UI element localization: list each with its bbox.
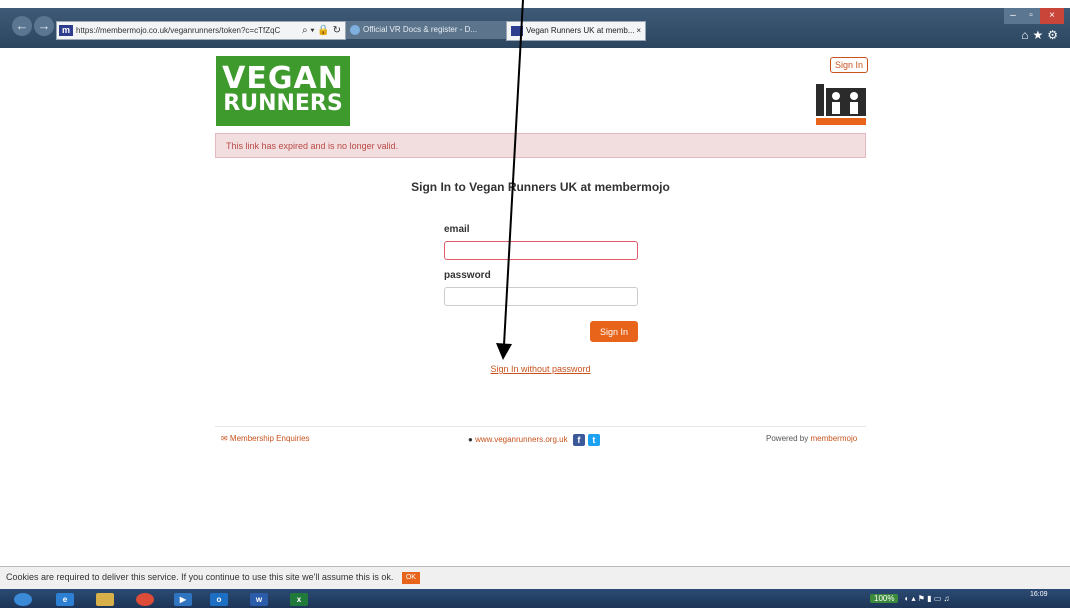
outlook-icon[interactable]: o (210, 593, 228, 606)
word-icon[interactable]: w (250, 593, 268, 606)
file-explorer-icon[interactable] (96, 593, 114, 606)
clock[interactable]: 16:09 (1030, 590, 1048, 599)
cookie-bar: Cookies are required to deliver this ser… (0, 566, 1070, 589)
annotation-arrow (496, 0, 524, 360)
chrome-icon[interactable] (136, 593, 154, 606)
system-tray: 100% ◐ ▴ ⚑ ▮ ▭ ♫ (870, 594, 950, 603)
cookie-text: Cookies are required to deliver this ser… (6, 572, 394, 582)
media-player-icon[interactable]: ▶ (174, 593, 192, 606)
start-icon[interactable] (14, 593, 32, 606)
internet-explorer-icon[interactable]: e (56, 593, 74, 606)
tray-icons[interactable]: ◐ ▴ ⚑ ▮ ▭ ♫ (904, 594, 949, 603)
cookie-ok-button[interactable]: OK (401, 571, 420, 584)
excel-icon[interactable]: x (290, 593, 308, 606)
zoom-level[interactable]: 100% (870, 594, 899, 603)
